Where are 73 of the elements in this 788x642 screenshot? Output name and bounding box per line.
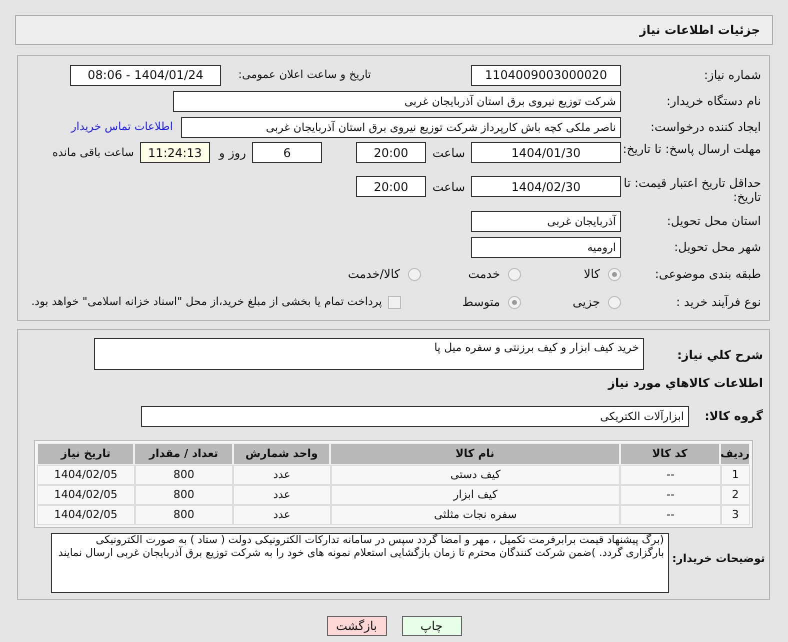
buyer-org-field[interactable]: شرکت توزیع نیروی برق استان آذربایجان غربی: [173, 90, 621, 112]
radio-label: کالا: [584, 266, 600, 283]
column-header: نام کالا: [330, 443, 620, 465]
back-button[interactable]: بازگشت: [326, 616, 386, 636]
field-label: نام دستگاه خریدار:: [666, 94, 762, 108]
field-label: شرح کلي نياز:: [676, 347, 764, 364]
table-cell: کیف ابزار: [330, 485, 620, 505]
goods-group-field[interactable]: ابزارآلات الکتریکی: [141, 406, 689, 426]
table-cell: عدد: [233, 465, 331, 485]
field-label: استان محل تحویل:: [666, 214, 762, 228]
radio-label: کالا/خدمت: [348, 266, 400, 283]
validity-time-field[interactable]: 20:00: [356, 176, 426, 197]
table-cell: کیف دستی: [330, 465, 620, 485]
radio-label: جزیی: [572, 294, 600, 311]
column-header: واحد شمارش: [232, 443, 330, 465]
table-cell: 1: [720, 465, 750, 485]
table-cell: 800: [134, 485, 234, 505]
field-label: شهر محل تحویل:: [673, 240, 762, 254]
table-cell: عدد: [233, 505, 331, 525]
checkbox[interactable]: [388, 296, 401, 308]
field-label: روز و: [218, 145, 247, 162]
table-cell: 1404/02/05: [37, 505, 135, 525]
column-header: تاریخ نیاز: [36, 443, 134, 465]
radio-label: متوسط: [462, 294, 500, 311]
field-label: نوع فرآیند خرید :: [675, 295, 762, 309]
table-cell: 800: [134, 505, 234, 525]
table-cell: عدد: [233, 485, 331, 505]
buyer-contact-link[interactable]: اطلاعات تماس خریدار: [71, 118, 173, 136]
description-field[interactable]: خرید کیف ابزار و کیف برزنتی و سفره میل پا: [94, 338, 644, 370]
days-field[interactable]: 6: [252, 142, 322, 163]
table-cell: سفره نجات مثلثی: [330, 505, 620, 525]
field-label: طبقه بندی موضوعی:: [654, 267, 762, 281]
field-label: گروه کالا:: [704, 408, 764, 425]
column-header: کد کالا: [620, 443, 720, 465]
field-label: توضیحات خریدار:: [671, 551, 766, 567]
table-cell: 1404/02/05: [37, 485, 135, 505]
field-label: ایجاد کننده درخواست:: [649, 120, 762, 134]
requester-field[interactable]: ناصر ملکی کچه باش کارپرداز شرکت توزیع نیروی برق استان آذربایجان غربی: [181, 116, 621, 138]
radio-button[interactable]: [508, 268, 521, 280]
table-cell: 800: [134, 465, 234, 485]
treasury-note: پرداخت تمام یا بخشی از مبلغ خرید،از محل "اسناد خزانه اسلامی" خواهد بود.: [31, 294, 382, 310]
print-button[interactable]: چاپ: [402, 616, 462, 636]
buyer-notes-field[interactable]: (برگ پیشنهاد قیمت برابرفرمت تکمیل ، مهر و امضا گردد سپس در سامانه تداركات الكترونيكی دولت ( ستاد ) به صورت الکترونیکی بارگزاری گردد. )ضمن شرکت کنندگان محترم تا زمان بازگشایی استعلام نمونه های خود را به شرکت توزیع برق آذربایجان غربی ارسال نمایند: [51, 533, 669, 593]
deadline-time-field[interactable]: 20:00: [356, 142, 426, 163]
city-field[interactable]: ارومیه: [471, 236, 621, 258]
table-cell: 3: [720, 505, 750, 525]
radio-button[interactable]: [608, 268, 621, 280]
need-number-field[interactable]: 1104009003000020: [471, 64, 621, 86]
table-cell: 2: [720, 485, 750, 505]
table-cell: 1404/02/05: [37, 465, 135, 485]
validity-date-field[interactable]: 1404/02/30: [471, 176, 621, 197]
field-label: شماره نیاز:: [703, 68, 762, 82]
province-field[interactable]: آذربایجان غربی: [471, 210, 621, 232]
field-label: ساعت: [431, 145, 466, 162]
table-cell: --: [620, 485, 721, 505]
radio-label: خدمت: [468, 266, 500, 283]
field-label: حداقل تاریخ اعتبار قیمت: تا تاریخ:: [622, 176, 762, 204]
column-header: ردیف: [720, 443, 750, 465]
remaining-time-field[interactable]: 11:24:13: [140, 142, 210, 163]
section-title: اطلاعات کالاهاي مورد نياز: [606, 375, 764, 392]
field-label: مهلت ارسال پاسخ: تا تاریخ:: [622, 142, 762, 156]
page-header: جزئیات اطلاعات نیاز: [15, 15, 773, 45]
field-label: تاریخ و ساعت اعلان عمومی:: [237, 66, 371, 83]
radio-button[interactable]: [608, 296, 621, 308]
radio-button[interactable]: [408, 268, 421, 280]
table-cell: --: [620, 465, 721, 485]
column-header: تعداد / مقدار: [134, 443, 233, 465]
deadline-date-field[interactable]: 1404/01/30: [471, 142, 621, 163]
announcement-date-field[interactable]: 1404/01/24 - 08:06: [70, 64, 221, 86]
field-label: ساعت: [431, 179, 466, 196]
field-label: ساعت باقی مانده: [52, 145, 135, 161]
table-cell: --: [620, 505, 721, 525]
radio-button[interactable]: [508, 296, 521, 308]
